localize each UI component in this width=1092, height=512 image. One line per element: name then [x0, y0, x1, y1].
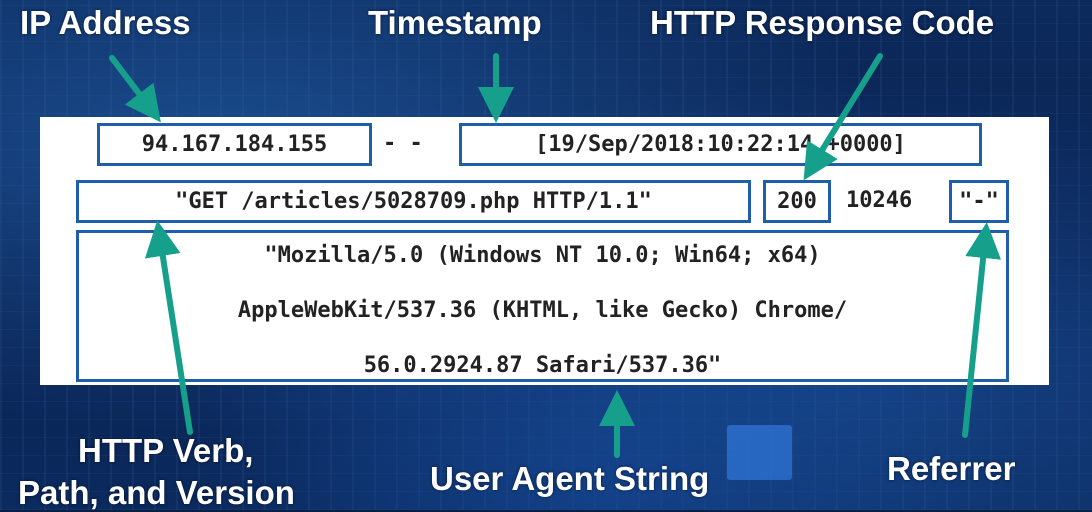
verb-label-line-1: HTTP Verb, [78, 432, 254, 469]
referrer-arrow [962, 222, 1002, 438]
user-agent-label: User Agent String [430, 460, 710, 497]
referrer-label: Referrer [887, 450, 1016, 487]
response-code-arrow [803, 53, 883, 181]
verb-label-line-2: Path, and Version [18, 474, 295, 511]
verb-arrow [144, 220, 193, 435]
ip-arrow [109, 55, 161, 123]
